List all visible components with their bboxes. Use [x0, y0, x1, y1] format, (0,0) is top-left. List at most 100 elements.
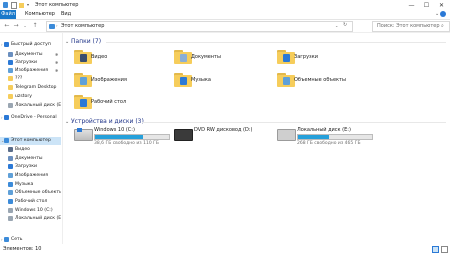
expand-chevron-icon[interactable]: ›	[1, 114, 3, 122]
address-dropdown-icon[interactable]: ⌄	[335, 23, 338, 28]
computer-icon	[49, 24, 55, 29]
properties-icon[interactable]	[11, 2, 17, 9]
nav-item-label: Локальный диск (E:)	[15, 216, 61, 221]
nav-item-label: Загрузки	[15, 164, 38, 169]
nav-item[interactable]: Локальный диск (E:)	[0, 102, 61, 110]
large-icons-view-icon[interactable]	[441, 246, 448, 253]
expand-chevron-icon[interactable]: ›	[1, 41, 3, 49]
folder-tile[interactable]: Объемные объекты	[277, 73, 372, 91]
pictures-icon	[8, 68, 13, 73]
expand-chevron-icon[interactable]: ›	[1, 236, 3, 244]
drive-tile[interactable]: Windows 10 (C:) 38,6 ГБ свободно из 110 Г…	[74, 127, 174, 149]
nav-item[interactable]: ⌄ Этот компьютер	[0, 137, 61, 145]
folder-tile[interactable]: Изображения	[74, 73, 169, 91]
drive-tile[interactable]: DVD RW дисковод (D:)	[174, 127, 274, 149]
music-folder-icon	[174, 73, 192, 87]
address-bar[interactable]: › Этот компьютер ⌄ ↻	[46, 21, 353, 32]
nav-item[interactable]: Видео	[0, 146, 61, 154]
nav-item-label: Загрузки	[15, 60, 38, 65]
new-folder-icon[interactable]	[19, 3, 24, 8]
nav-item[interactable]: uzstory	[0, 93, 61, 101]
nav-item[interactable]: ???	[0, 75, 61, 83]
maximize-button[interactable]: ☐	[419, 0, 434, 10]
nav-item-label: Быстрый доступ	[11, 42, 51, 47]
search-placeholder: Поиск: Этот компьютер	[377, 23, 440, 29]
nav-item[interactable]: Telegram Desktop	[0, 84, 61, 92]
navigation-pane: › Быстрый доступ Документы ✱ Загрузки ✱ Изобра…	[0, 33, 63, 244]
nav-item-label: OneDrive - Personal	[11, 115, 57, 120]
minimize-button[interactable]: —	[404, 0, 419, 10]
drive-usage-bar	[94, 134, 170, 140]
quick-access-dropdown-icon[interactable]: ▾	[27, 2, 32, 8]
nav-item[interactable]: › Сеть	[0, 236, 61, 244]
content-pane: ⌄ Папки (7) Видео Документы Загрузки Изобра…	[62, 33, 450, 244]
nav-item-label: Telegram Desktop	[15, 85, 57, 90]
drive-icon	[8, 208, 13, 213]
folder-label: Видео	[91, 54, 108, 60]
nav-item[interactable]: › OneDrive - Personal	[0, 114, 61, 122]
nav-item[interactable]: Объемные объекты	[0, 189, 61, 197]
nav-item-label: Изображения	[15, 173, 48, 178]
nav-item-label: Сеть	[11, 237, 23, 242]
drives-divider	[142, 122, 446, 123]
pin-icon: ✱	[55, 68, 59, 73]
tab-file[interactable]: Файл	[0, 10, 16, 19]
folder-icon	[8, 85, 13, 90]
desktop-icon	[8, 199, 13, 204]
up-arrow-icon[interactable]: ↑	[31, 22, 39, 30]
details-view-icon[interactable]	[432, 246, 439, 253]
title-bar: ▾ Этот компьютер — ☐ ✕	[0, 0, 450, 10]
documents-folder-icon	[174, 50, 192, 64]
close-button[interactable]: ✕	[434, 0, 449, 10]
nav-item-label: uzstory	[15, 94, 32, 99]
nav-item[interactable]: Рабочий стол	[0, 198, 61, 206]
network-icon	[4, 237, 9, 242]
nav-item[interactable]: Музыка	[0, 181, 61, 189]
tab-computer[interactable]: Компьютер	[22, 11, 58, 18]
folders-header[interactable]: Папки (7)	[71, 38, 101, 45]
nav-item-label: Объемные объекты	[15, 190, 61, 195]
folder-tile[interactable]: Рабочий стол	[74, 95, 169, 113]
search-box[interactable]: Поиск: Этот компьютер ⌕	[372, 21, 450, 32]
nav-item-label: Документы	[15, 52, 43, 57]
folders-divider	[106, 42, 446, 43]
drive-tile[interactable]: Локальный диск (E:) 268 ГБ свободно из 46…	[277, 127, 377, 149]
collapse-drives-icon[interactable]: ⌄	[65, 119, 69, 125]
nav-item[interactable]: Windows 10 (C:)	[0, 207, 61, 215]
nav-item[interactable]: Документы	[0, 155, 61, 163]
nav-item[interactable]: Изображения ✱	[0, 67, 61, 75]
nav-item-label: Рабочий стол	[15, 199, 48, 204]
video-folder-icon	[74, 50, 92, 64]
folder-tile[interactable]: Документы	[174, 50, 269, 68]
nav-item[interactable]: Документы ✱	[0, 51, 61, 59]
folder-tile[interactable]: Музыка	[174, 73, 269, 91]
computer-icon	[4, 138, 9, 143]
drive-label: DVD RW дисковод (D:)	[194, 127, 253, 133]
nav-item[interactable]: › Быстрый доступ	[0, 41, 61, 49]
nav-item-label: Этот компьютер	[11, 138, 51, 143]
documents-icon	[8, 52, 13, 57]
collapse-folders-icon[interactable]: ⌄	[65, 39, 69, 45]
tab-view[interactable]: Вид	[58, 11, 74, 18]
nav-item[interactable]: Изображения	[0, 172, 61, 180]
star-icon	[4, 42, 9, 47]
drives-header[interactable]: Устройства и диски (3)	[71, 118, 144, 125]
nav-item[interactable]: Загрузки	[0, 163, 61, 171]
nav-item[interactable]: Загрузки ✱	[0, 59, 61, 67]
downloads-icon	[8, 60, 13, 65]
drive-icon	[8, 103, 13, 108]
help-icon[interactable]	[440, 11, 446, 17]
drive-label: Локальный диск (E:)	[297, 127, 351, 133]
status-bar: Элементов: 10	[0, 244, 450, 253]
folder-label: Рабочий стол	[91, 99, 127, 105]
back-arrow-icon[interactable]: ←	[3, 22, 11, 30]
downloads-icon	[8, 164, 13, 169]
forward-arrow-icon[interactable]: →	[12, 22, 20, 30]
recent-locations-icon[interactable]: ⌄	[21, 22, 29, 30]
refresh-icon[interactable]: ↻	[343, 22, 347, 28]
folder-tile[interactable]: Загрузки	[277, 50, 372, 68]
folder-icon	[8, 94, 13, 99]
nav-item[interactable]: Локальный диск (E:)	[0, 215, 61, 223]
folder-tile[interactable]: Видео	[74, 50, 169, 68]
window-title: Этот компьютер	[35, 2, 79, 8]
